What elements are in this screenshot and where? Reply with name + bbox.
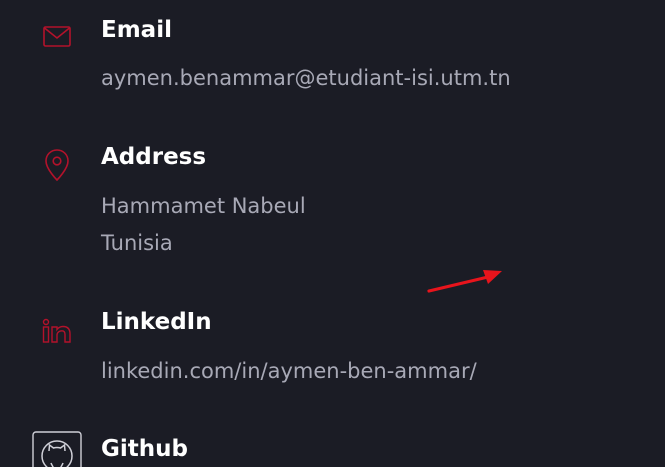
red-arrow-icon [427, 270, 502, 293]
linkedin-link[interactable]: linkedin.com/in/aymen-ben-ammar/ [101, 361, 477, 382]
address-line-2: Tunisia [101, 231, 173, 255]
map-pin-icon [45, 149, 69, 182]
email-link[interactable]: aymen.benammar@etudiant-isi.utm.tn [101, 68, 511, 89]
email-title: Email [101, 17, 172, 43]
envelope-icon [43, 26, 71, 47]
github-icon [32, 431, 82, 467]
github-title: Github [101, 436, 188, 462]
linkedin-title: LinkedIn [101, 309, 212, 335]
contact-info-panel: Email aymen.benammar@etudiant-isi.utm.tn… [0, 0, 665, 467]
address-line-1: Hammamet Nabeul [101, 194, 306, 218]
linkedin-icon [42, 318, 71, 343]
address-title: Address [101, 144, 207, 170]
